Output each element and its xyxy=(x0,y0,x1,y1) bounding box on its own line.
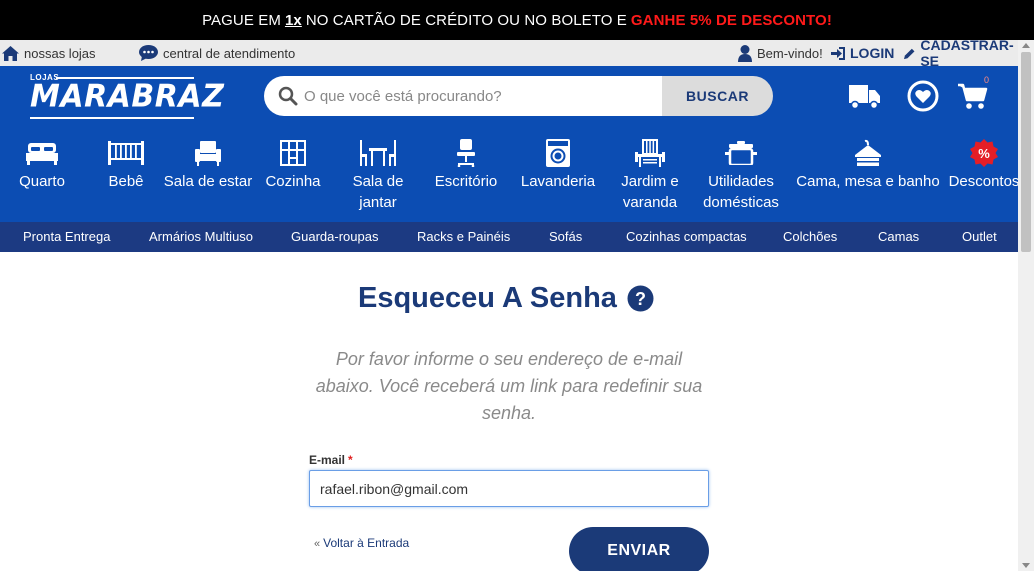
login-link[interactable]: LOGIN xyxy=(831,40,894,66)
hanger-icon xyxy=(855,139,881,166)
category-escritorio[interactable]: Escritório xyxy=(421,131,511,222)
category-label: Sala de estar xyxy=(163,173,253,190)
scroll-down-arrow[interactable] xyxy=(1022,563,1030,568)
washing-machine-icon xyxy=(546,139,570,167)
category-descontos[interactable]: % Descontos xyxy=(944,131,1024,222)
register-label: CADASTRAR-SE xyxy=(920,37,1014,69)
category-sala-de-estar[interactable]: Sala de estar xyxy=(163,131,253,222)
chat-icon xyxy=(139,45,158,61)
back-arrow-icon: « xyxy=(314,538,321,550)
search-icon xyxy=(278,86,298,106)
email-label: E-mail * xyxy=(309,453,353,467)
utility-bar: nossas lojas central de atendimento Bem-… xyxy=(0,37,1018,69)
pot-icon xyxy=(725,141,757,165)
subnav-outlet[interactable]: Outlet xyxy=(962,222,997,252)
category-label: Cama, mesa e banho xyxy=(796,173,940,190)
subnav-camas[interactable]: Camas xyxy=(878,222,919,252)
welcome-label: Bem-vindo! xyxy=(757,45,823,61)
category-lavanderia[interactable]: Lavanderia xyxy=(513,131,603,222)
category-bebe[interactable]: Bebê xyxy=(81,131,171,222)
logo-text: MARABRAZ xyxy=(30,78,225,115)
crib-icon xyxy=(108,141,144,165)
cart-count-badge: 0 xyxy=(984,75,990,85)
home-icon xyxy=(2,45,19,61)
scroll-up-arrow[interactable] xyxy=(1022,43,1030,48)
category-sala-de-jantar[interactable]: Sala de jantar xyxy=(333,131,423,222)
search-input[interactable] xyxy=(304,87,644,105)
category-cozinha[interactable]: Cozinha xyxy=(248,131,338,222)
promo-text-1: PAGUE EM xyxy=(202,11,281,29)
category-label: Descontos xyxy=(948,173,1020,190)
logo-line-bottom xyxy=(30,117,194,119)
back-link-label: Voltar à Entrada xyxy=(323,536,410,550)
discount-badge-icon: % xyxy=(970,139,998,167)
page-title: Esqueceu A Senha ? xyxy=(358,282,654,315)
sub-navigation: Pronta Entrega Armários Multiuso Guarda-… xyxy=(0,222,1018,252)
category-label: Quarto xyxy=(19,173,65,190)
dining-table-icon xyxy=(360,140,396,166)
wishlist-heart-icon[interactable] xyxy=(907,80,939,112)
svg-text:?: ? xyxy=(635,289,646,309)
search-box xyxy=(264,76,662,116)
garden-bench-icon xyxy=(635,139,665,167)
form-description: Por favor informe o seu endereço de e-ma… xyxy=(315,349,703,423)
pencil-icon xyxy=(904,48,915,59)
office-chair-icon xyxy=(457,139,475,167)
stores-label: nossas lojas xyxy=(24,45,96,61)
category-label: Utilidades domésticas xyxy=(703,173,779,211)
scroll-thumb[interactable] xyxy=(1021,52,1031,252)
subnav-guarda-roupas[interactable]: Guarda-roupas xyxy=(291,222,378,252)
subnav-colchoes[interactable]: Colchões xyxy=(783,222,837,252)
category-jardim-e-varanda[interactable]: Jardim e varanda xyxy=(605,131,695,222)
welcome-text: Bem-vindo! xyxy=(738,40,823,66)
promo-text-2: NO CARTÃO DE CRÉDITO OU NO BOLETO E xyxy=(305,11,627,29)
login-label: LOGIN xyxy=(850,45,895,61)
category-label: Jardim e varanda xyxy=(621,173,679,211)
page-scrollbar[interactable] xyxy=(1018,40,1034,571)
user-icon xyxy=(738,44,752,62)
armchair-icon xyxy=(195,141,221,166)
subnav-armarios-multiuso[interactable]: Armários Multiuso xyxy=(149,222,253,252)
subnav-racks-e-paineis[interactable]: Racks e Painéis xyxy=(417,222,510,252)
email-label-text: E-mail xyxy=(309,453,346,467)
bed-icon xyxy=(26,143,58,165)
category-menu: Quarto Bebê Sala de estar Cozinha Sala d… xyxy=(0,131,1019,222)
category-label: Cozinha xyxy=(265,173,321,190)
support-label: central de atendimento xyxy=(163,45,296,61)
email-field[interactable] xyxy=(309,470,709,507)
category-utilidades-domesticas[interactable]: Utilidades domésticas xyxy=(689,131,793,222)
cart-icon[interactable] xyxy=(958,83,988,110)
category-label: Escritório xyxy=(434,173,498,190)
search-button[interactable]: BUSCAR xyxy=(662,76,773,116)
kitchen-cabinet-icon xyxy=(280,140,306,166)
subnav-sofas[interactable]: Sofás xyxy=(549,222,582,252)
submit-button[interactable]: ENVIAR xyxy=(569,527,709,571)
marabraz-logo[interactable]: LOJAS MARABRAZ xyxy=(30,73,224,125)
svg-text:%: % xyxy=(978,146,990,161)
category-label: Lavanderia xyxy=(520,173,596,190)
question-circle-icon: ? xyxy=(627,285,654,312)
back-to-login-link[interactable]: «Voltar à Entrada xyxy=(314,536,409,550)
category-cama-mesa-e-banho[interactable]: Cama, mesa e banho xyxy=(796,131,940,222)
category-label: Sala de jantar xyxy=(352,173,404,211)
register-link[interactable]: CADASTRAR-SE xyxy=(904,37,1018,69)
page-title-text: Esqueceu A Senha xyxy=(358,282,617,314)
promo-installments: 1x xyxy=(284,11,302,29)
required-mark: * xyxy=(348,453,353,467)
promo-discount: GANHE 5% DE DESCONTO! xyxy=(630,11,832,29)
delivery-truck-icon[interactable] xyxy=(849,85,880,109)
promo-banner: PAGUE EM 1x NO CARTÃO DE CRÉDITO OU NO B… xyxy=(0,0,1034,40)
category-label: Bebê xyxy=(108,173,144,190)
support-link[interactable]: central de atendimento xyxy=(139,40,295,66)
category-quarto[interactable]: Quarto xyxy=(0,131,87,222)
stores-link[interactable]: nossas lojas xyxy=(2,40,96,66)
subnav-pronta-entrega[interactable]: Pronta Entrega xyxy=(23,222,110,252)
subnav-cozinhas-compactas[interactable]: Cozinhas compactas xyxy=(626,222,747,252)
sign-in-icon xyxy=(831,46,845,60)
